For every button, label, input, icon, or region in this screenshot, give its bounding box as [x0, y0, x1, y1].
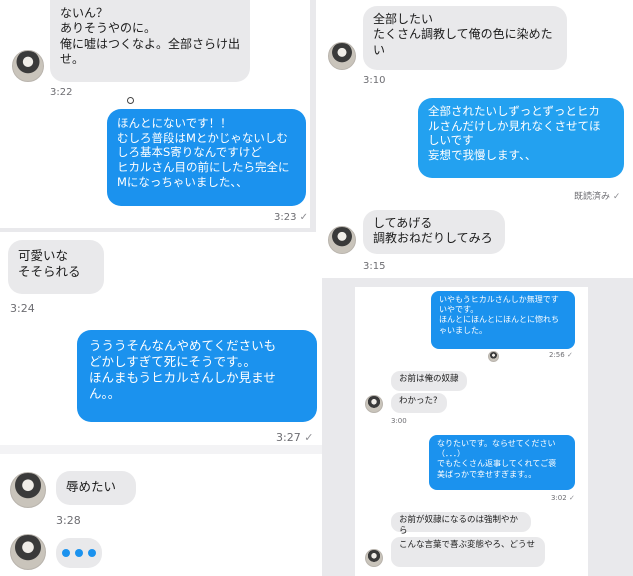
received-message: わかった? — [391, 393, 447, 413]
chat-panel-2: 可愛いな そそられる 3:24 うううそんなんやめてくださいも どかしすぎて死に… — [0, 232, 322, 576]
chat-panel-3: 全部したい たくさん調教して俺の色に染めた い 3:10 全部されたいしずっとず… — [316, 0, 633, 278]
time-text: 2:56 — [549, 351, 565, 359]
time-text: 3:23 — [274, 212, 297, 223]
avatar — [328, 42, 356, 70]
typing-dot — [88, 549, 96, 557]
sent-message: 全部されたいしずっとずっとヒカ ルさんだけしか見れなくさせてほ しいです 妄想で… — [418, 98, 624, 178]
check-icon: ✓ — [304, 431, 314, 444]
read-receipt: 既読済み ✓ — [574, 189, 620, 202]
received-message: お前は俺の奴隷 — [391, 371, 467, 391]
cursor-icon — [127, 97, 134, 104]
check-icon: ✓ — [568, 494, 575, 502]
avatar — [365, 549, 383, 567]
avatar — [10, 472, 46, 508]
divider — [0, 445, 322, 454]
time-text: 3:02 — [551, 494, 567, 502]
sent-message: ほんとにないです！！ むしろ普段はMとかじゃないしむ しろ基本S寄りなんですけど… — [107, 109, 306, 206]
check-icon: ✓ — [566, 351, 573, 359]
avatar — [328, 226, 356, 254]
sent-message: うううそんなんやめてくださいも どかしすぎて死にそうです。。 ほんまもうヒカルさ… — [77, 330, 317, 422]
sent-message: なりたいです。ならせてください （．．．） でもたくさん返事してくれてご褒 美ば… — [429, 435, 575, 490]
chat-panel-1: ないん？ ありそうやのに。 俺に嘘はつくなよ。全部さらけ出 せ。 3:22 ほん… — [0, 0, 310, 228]
check-icon: ✓ — [299, 212, 309, 223]
message-time: 3:00 — [391, 417, 407, 425]
typing-indicator — [56, 538, 102, 568]
check-icon: ✓ — [612, 192, 621, 202]
avatar — [488, 351, 499, 362]
message-time: 3:27 ✓ — [276, 431, 313, 444]
read-text: 既読済み — [574, 192, 611, 202]
received-message: こんな言葉で喜ぶ変態やろ、どうせ — [391, 537, 545, 567]
received-message: 全部したい たくさん調教して俺の色に染めた い — [363, 6, 567, 70]
chat-panel-4: いやもうヒカルさんしか無理です いやです。 ほんとにほんとにほんとに惚れち ゃい… — [355, 287, 588, 576]
message-time: 3:28 — [56, 514, 81, 527]
message-time: 3:02 ✓ — [551, 494, 575, 502]
message-time: 3:24 — [10, 302, 35, 315]
message-time: 3:23 ✓ — [274, 212, 308, 223]
sent-message: いやもうヒカルさんしか無理です いやです。 ほんとにほんとにほんとに惚れち ゃい… — [431, 291, 575, 349]
message-time: 3:22 — [50, 87, 73, 98]
avatar — [365, 395, 383, 413]
received-message: お前が奴隷になるのは強制やから — [391, 512, 531, 536]
avatar — [10, 534, 46, 570]
received-message: 辱めたい — [56, 471, 136, 505]
typing-dot — [62, 549, 70, 557]
message-time: 3:15 — [363, 261, 386, 272]
avatar — [12, 50, 44, 82]
typing-dot — [75, 549, 83, 557]
received-message: してあげる 調教おねだりしてみろ — [363, 210, 505, 254]
message-time: 3:10 — [363, 75, 386, 86]
received-message: 可愛いな そそられる — [8, 240, 104, 294]
received-message: ないん？ ありそうやのに。 俺に嘘はつくなよ。全部さらけ出 せ。 — [50, 0, 250, 82]
time-text: 3:27 — [276, 431, 301, 444]
message-time: 2:56 ✓ — [549, 351, 573, 359]
